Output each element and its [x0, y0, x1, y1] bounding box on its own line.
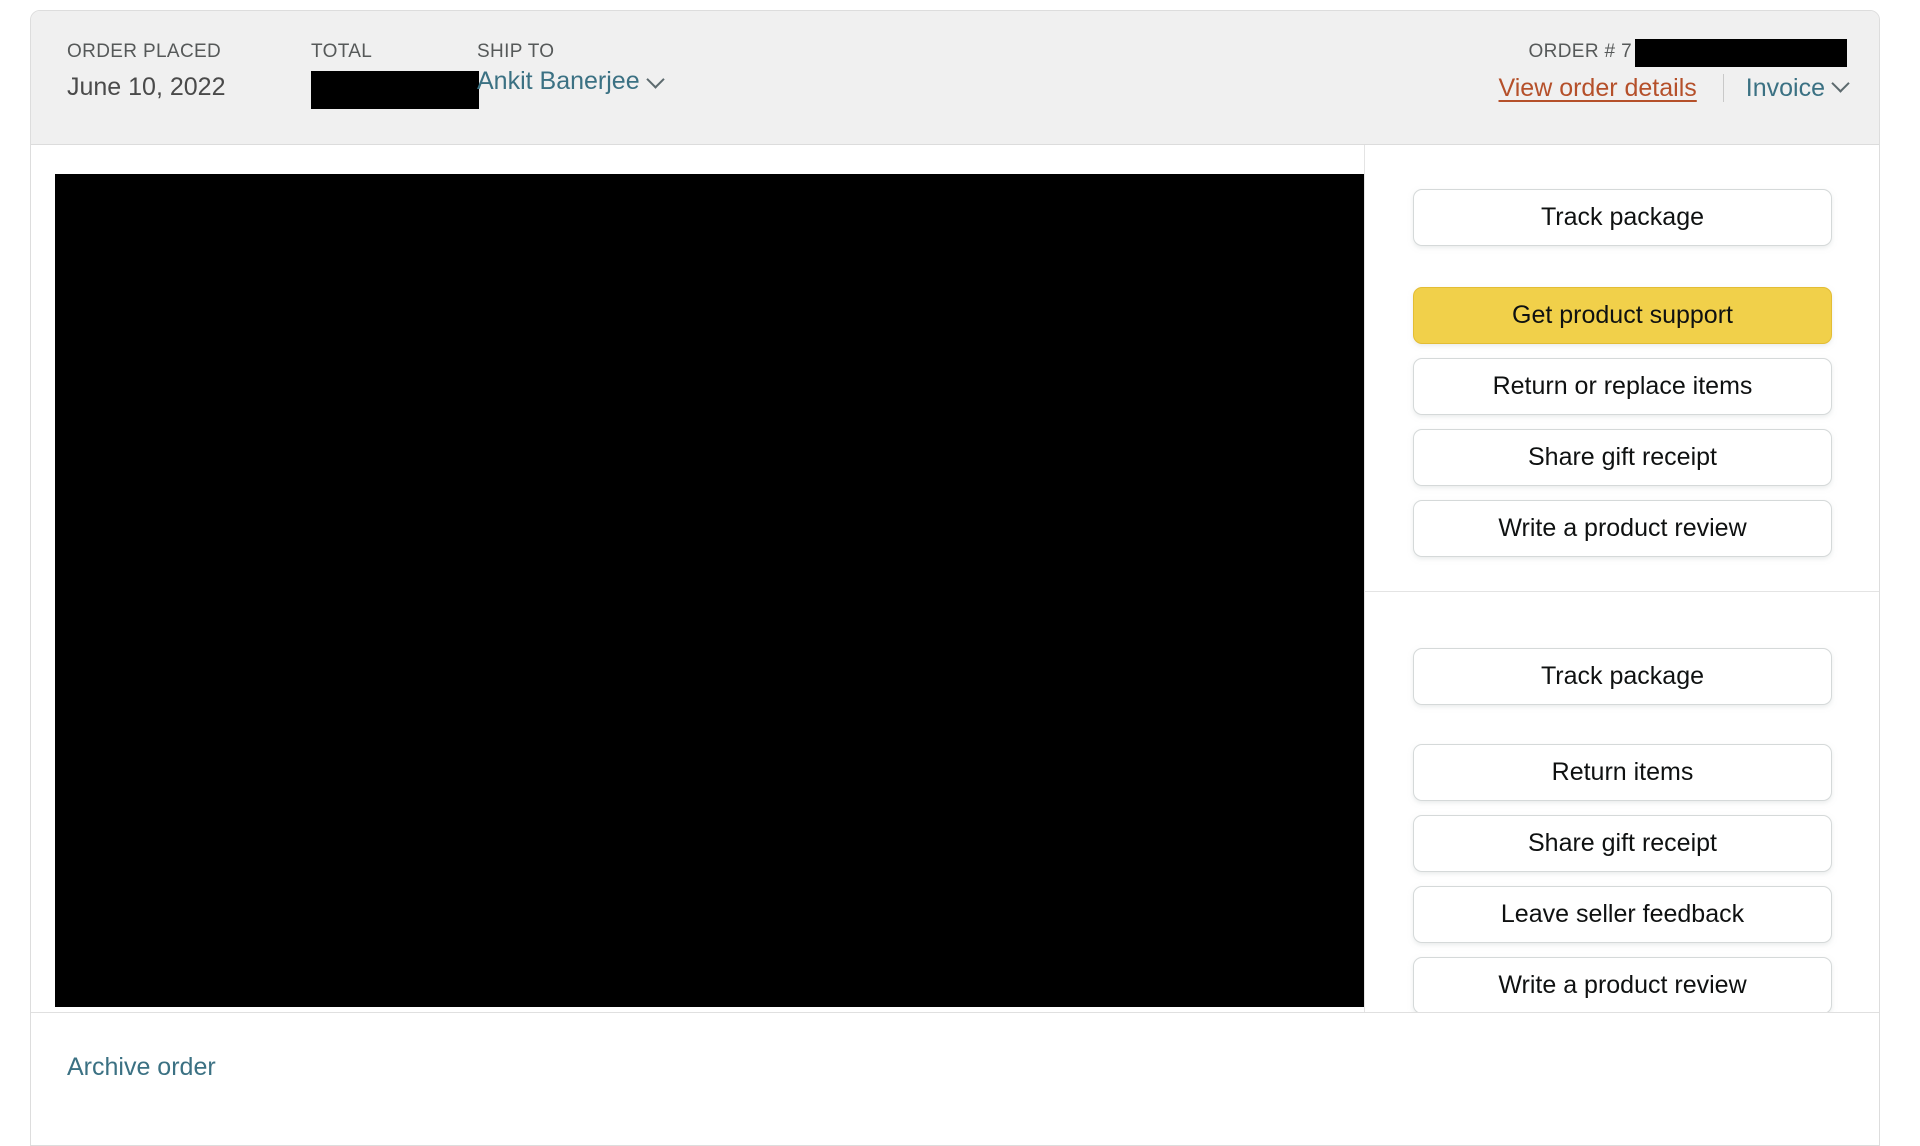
order-number-column: ORDER # 7 View order details Invoice — [1499, 39, 1850, 105]
order-actions-panel: Track package Get product support Return… — [1364, 145, 1879, 1014]
chevron-down-icon[interactable] — [1831, 73, 1850, 93]
get-product-support-button[interactable]: Get product support — [1413, 287, 1832, 344]
archive-order-link[interactable]: Archive order — [67, 1053, 216, 1082]
return-or-replace-items-button[interactable]: Return or replace items — [1413, 358, 1832, 415]
order-number-label: ORDER # 7 — [1528, 41, 1632, 62]
leave-seller-feedback-button[interactable]: Leave seller feedback — [1413, 886, 1832, 943]
order-number-row: ORDER # 7 — [1499, 39, 1847, 67]
order-placed-column: ORDER PLACED June 10, 2022 — [67, 40, 225, 104]
order-card: ORDER PLACED June 10, 2022 TOTAL SHIP TO… — [30, 10, 1880, 1146]
write-a-product-review-button-2[interactable]: Write a product review — [1413, 957, 1832, 1014]
order-footer: Archive order — [31, 1012, 1879, 1144]
return-items-button[interactable]: Return items — [1413, 744, 1832, 801]
primary-action-group: Track package Get product support Return… — [1365, 145, 1879, 591]
ship-to-recipient-link[interactable]: Ankit Banerjee — [477, 67, 640, 95]
share-gift-receipt-button-2[interactable]: Share gift receipt — [1413, 815, 1832, 872]
chevron-down-icon[interactable] — [645, 70, 665, 89]
track-package-button-2[interactable]: Track package — [1413, 648, 1832, 705]
share-gift-receipt-button[interactable]: Share gift receipt — [1413, 429, 1832, 486]
order-number-redaction — [1635, 39, 1847, 67]
total-label: TOTAL — [311, 41, 373, 62]
total-column: TOTAL — [311, 40, 479, 114]
header-action-divider — [1722, 74, 1724, 102]
order-placed-value: June 10, 2022 — [67, 73, 226, 101]
invoice-link[interactable]: Invoice — [1746, 71, 1825, 105]
ship-to-label: SHIP TO — [477, 41, 555, 62]
write-a-product-review-button[interactable]: Write a product review — [1413, 500, 1832, 557]
order-body: Track package Get product support Return… — [31, 145, 1879, 1014]
order-summary-header: ORDER PLACED June 10, 2022 TOTAL SHIP TO… — [31, 11, 1879, 145]
total-value-redaction — [311, 71, 479, 109]
ship-to-value-row: Ankit Banerjee — [477, 64, 665, 98]
ship-to-column: SHIP TO Ankit Banerjee — [477, 40, 665, 98]
header-actions: View order details Invoice — [1499, 71, 1850, 105]
order-contents-redaction — [55, 174, 1364, 1007]
order-placed-label: ORDER PLACED — [67, 41, 222, 62]
track-package-button[interactable]: Track package — [1413, 189, 1832, 246]
secondary-action-group: Track package Return items Share gift re… — [1365, 592, 1879, 1014]
view-order-details-link[interactable]: View order details — [1499, 71, 1697, 105]
